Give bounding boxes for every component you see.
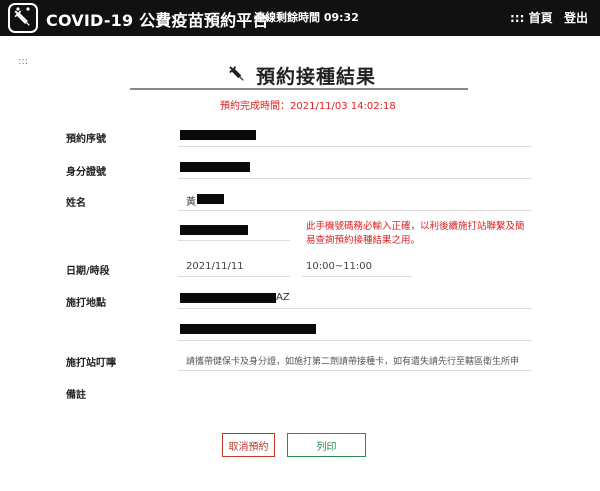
name-value: 黃 [186, 197, 196, 208]
page-title: 預約接種結果 [256, 66, 377, 88]
session-timer: 連線剩餘時間 09:32 [254, 11, 359, 24]
syringe-icon [229, 66, 244, 81]
name-field [178, 210, 532, 211]
booking-no-field [178, 146, 532, 147]
booking-no-label: 預約序號 [66, 134, 106, 145]
id-no-redacted [180, 162, 250, 172]
home-link[interactable]: ::: 首頁 [510, 9, 553, 26]
phone-note: 此手機號碼務必輸入正確，以利後續施打站聯繫及簡易查詢預約接種結果之用。 [306, 221, 525, 246]
app-title: COVID-19 公費疫苗預約平台 [46, 11, 269, 30]
title-divider [130, 88, 468, 90]
site-vaccine-type: AZ [276, 292, 290, 303]
cancel-booking-button[interactable]: 取消預約 [222, 433, 275, 457]
site-address-field [178, 340, 532, 341]
note-label: 備註 [66, 390, 86, 401]
site-label: 施打地點 [66, 298, 106, 309]
reminder-label: 施打站叮嚀 [66, 358, 116, 369]
time-slot-field [302, 276, 412, 277]
logout-link[interactable]: 登出 [564, 9, 588, 26]
reminder-text: 請攜帶健保卡及身分證，如施打第二劑請帶接種卡，如有遺失請先行至轄區衛生所申 [186, 357, 520, 367]
time-slot-value: 10:00~11:00 [306, 261, 373, 272]
date-field [178, 276, 290, 277]
booking-no-redacted [180, 130, 256, 140]
page-title-block: 預約接種結果 [130, 62, 468, 90]
print-button[interactable]: 列印 [287, 433, 366, 457]
id-no-label: 身分證號 [66, 167, 106, 178]
syringe-logo-icon[interactable] [8, 3, 38, 33]
site-address-redacted [180, 324, 316, 334]
site-field [178, 308, 532, 309]
date-value: 2021/11/11 [186, 261, 244, 272]
side-menu-toggle[interactable]: ::: [18, 56, 28, 67]
phone-redacted [180, 225, 248, 235]
date-label: 日期/時段 [66, 266, 110, 277]
name-label: 姓名 [66, 198, 86, 209]
id-no-field [178, 178, 532, 179]
site-redacted [180, 293, 276, 303]
phone-field [178, 240, 290, 241]
booking-completed-time: 預約完成時間：2021/11/03 14:02:18 [220, 101, 396, 112]
reminder-field [178, 370, 532, 371]
name-redacted [197, 194, 224, 204]
top-bar: COVID-19 公費疫苗預約平台 連線剩餘時間 09:32 ::: 首頁 登出 [0, 0, 600, 36]
